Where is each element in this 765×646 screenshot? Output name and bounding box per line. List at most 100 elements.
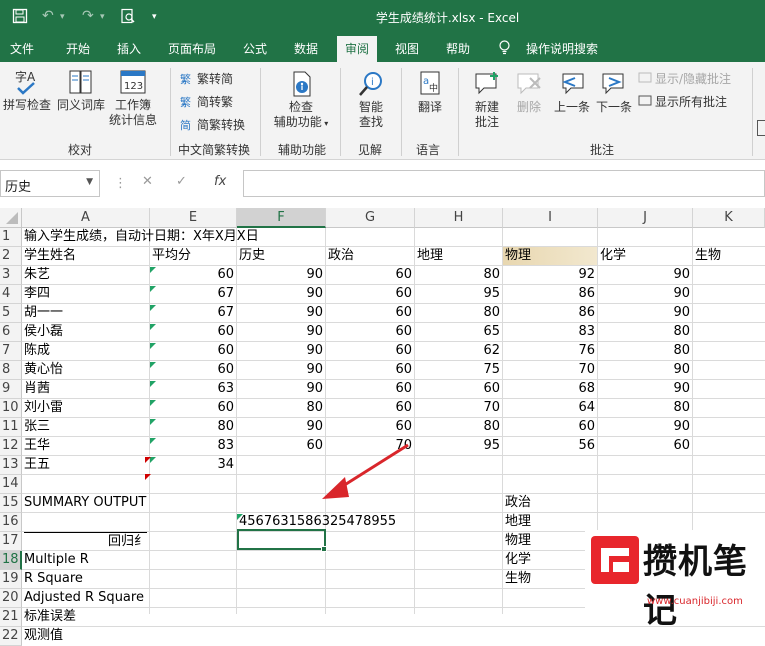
column-title-cell[interactable]: 生物 [695,247,762,266]
row-header-11[interactable]: 11 [0,418,22,437]
new-comment-button[interactable]: 新建 批注 [466,70,508,130]
score-cell[interactable]: 90 [239,323,323,342]
row-header-1[interactable]: 1 [0,228,22,247]
column-title-cell[interactable]: 物理 [505,247,595,266]
score-cell[interactable]: 90 [239,342,323,361]
summary-output-cell[interactable]: SUMMARY OUTPUT [24,494,147,513]
thesaurus-button[interactable]: 同义词库 [55,68,107,113]
tab-data[interactable]: 数据 [294,40,318,57]
score-cell[interactable]: 60 [152,323,234,342]
score-cell[interactable]: 67 [152,285,234,304]
score-cell[interactable]: 83 [152,437,234,456]
tab-help[interactable]: 帮助 [446,40,470,57]
row-header-14[interactable]: 14 [0,475,22,494]
score-cell[interactable]: 60 [328,380,412,399]
row-header-16[interactable]: 16 [0,513,22,532]
student-name-cell[interactable]: 王五 [24,456,147,475]
row-header-18[interactable]: 18 [0,551,22,570]
fill-handle[interactable] [321,546,327,552]
stat-label-cell[interactable]: R Square [24,570,147,589]
workbook-statistics-button[interactable]: 123 工作簿 统计信息 [107,68,159,128]
stat-label-cell[interactable]: 标准误差 [24,608,147,627]
score-cell[interactable]: 70 [505,361,595,380]
score-cell[interactable]: 92 [505,266,595,285]
student-name-cell[interactable]: 胡一一 [24,304,147,323]
score-cell[interactable]: 90 [239,266,323,285]
row-header-15[interactable]: 15 [0,494,22,513]
score-cell[interactable]: 60 [505,418,595,437]
score-cell[interactable]: 56 [505,437,595,456]
cancel-icon[interactable]: ✕ [142,174,153,189]
row-header-10[interactable]: 10 [0,399,22,418]
score-cell[interactable]: 64 [505,399,595,418]
smart-lookup-button[interactable]: i 智能 查找 [350,70,392,130]
tab-view[interactable]: 视图 [395,40,419,57]
student-name-cell[interactable]: 张三 [24,418,147,437]
student-name-cell[interactable]: 侯小磊 [24,323,147,342]
spell-check-button[interactable]: 字A 拼写检查 [2,68,52,113]
score-cell[interactable]: 62 [417,342,500,361]
row-header-21[interactable]: 21 [0,608,22,627]
column-header-h[interactable]: H [415,208,503,228]
score-cell[interactable]: 83 [505,323,595,342]
enter-icon[interactable]: ✓ [176,174,187,189]
score-cell[interactable]: 60 [328,361,412,380]
subject-cell[interactable]: 生物 [505,570,595,589]
row-header-13[interactable]: 13 [0,456,22,475]
score-cell[interactable]: 34 [152,456,234,475]
row-header-9[interactable]: 9 [0,380,22,399]
score-cell[interactable]: 60 [328,304,412,323]
column-title-cell[interactable]: 化学 [600,247,690,266]
column-title-cell[interactable]: 政治 [328,247,412,266]
previous-comment-button[interactable]: 上一条 [550,70,594,115]
trad-to-simp-button[interactable]: 繁繁转简 [180,72,233,86]
row-header-12[interactable]: 12 [0,437,22,456]
select-all-button[interactable] [0,208,22,228]
tab-file[interactable]: 文件 [10,40,34,57]
score-cell[interactable]: 80 [600,342,690,361]
score-cell[interactable]: 75 [417,361,500,380]
name-box[interactable]: 历史 ▼ [0,170,100,197]
column-header-k[interactable]: K [693,208,765,228]
score-cell[interactable]: 86 [505,304,595,323]
row-header-2[interactable]: 2 [0,247,22,266]
score-cell[interactable]: 60 [328,399,412,418]
score-cell[interactable]: 90 [239,304,323,323]
tab-review[interactable]: 审阅 [337,36,378,62]
insert-function-icon[interactable]: fx [214,174,226,189]
student-name-cell[interactable]: 黄心怡 [24,361,147,380]
row-header-17[interactable]: 17 [0,532,22,551]
tab-insert[interactable]: 插入 [117,40,141,57]
row-header-20[interactable]: 20 [0,589,22,608]
student-name-cell[interactable]: 朱艺 [24,266,147,285]
column-header-e[interactable]: E [150,208,237,228]
stat-label-cell[interactable]: Multiple R [24,551,147,570]
overflow-icon[interactable] [757,120,765,136]
stat-label-cell[interactable]: Adjusted R Square [24,589,147,608]
score-cell[interactable]: 90 [239,285,323,304]
score-cell[interactable]: 86 [505,285,595,304]
column-header-i[interactable]: I [503,208,598,228]
score-cell[interactable]: 60 [417,380,500,399]
student-name-cell[interactable]: 李四 [24,285,147,304]
tab-formulas[interactable]: 公式 [243,40,267,57]
chinese-conversion-button[interactable]: 简简繁转换 [180,118,245,132]
column-title-cell[interactable]: 平均分 [152,247,234,266]
score-cell[interactable]: 95 [417,437,500,456]
tell-me-search[interactable]: 操作说明搜索 [526,40,598,57]
check-accessibility-button[interactable]: 检查 辅助功能 ▾ [268,70,334,131]
score-cell[interactable]: 90 [239,361,323,380]
column-header-a[interactable]: A [22,208,150,228]
tab-page-layout[interactable]: 页面布局 [168,40,216,57]
student-name-cell[interactable]: 陈成 [24,342,147,361]
score-cell[interactable]: 80 [417,266,500,285]
row-header-19[interactable]: 19 [0,570,22,589]
score-cell[interactable]: 60 [328,323,412,342]
column-header-f[interactable]: F [237,208,326,228]
name-box-dropdown-icon[interactable]: ▼ [86,177,93,187]
score-cell[interactable]: 70 [417,399,500,418]
student-name-cell[interactable]: 刘小雷 [24,399,147,418]
score-cell[interactable]: 65 [417,323,500,342]
translate-button[interactable]: a中 翻译 [408,70,452,115]
score-cell[interactable]: 80 [152,418,234,437]
